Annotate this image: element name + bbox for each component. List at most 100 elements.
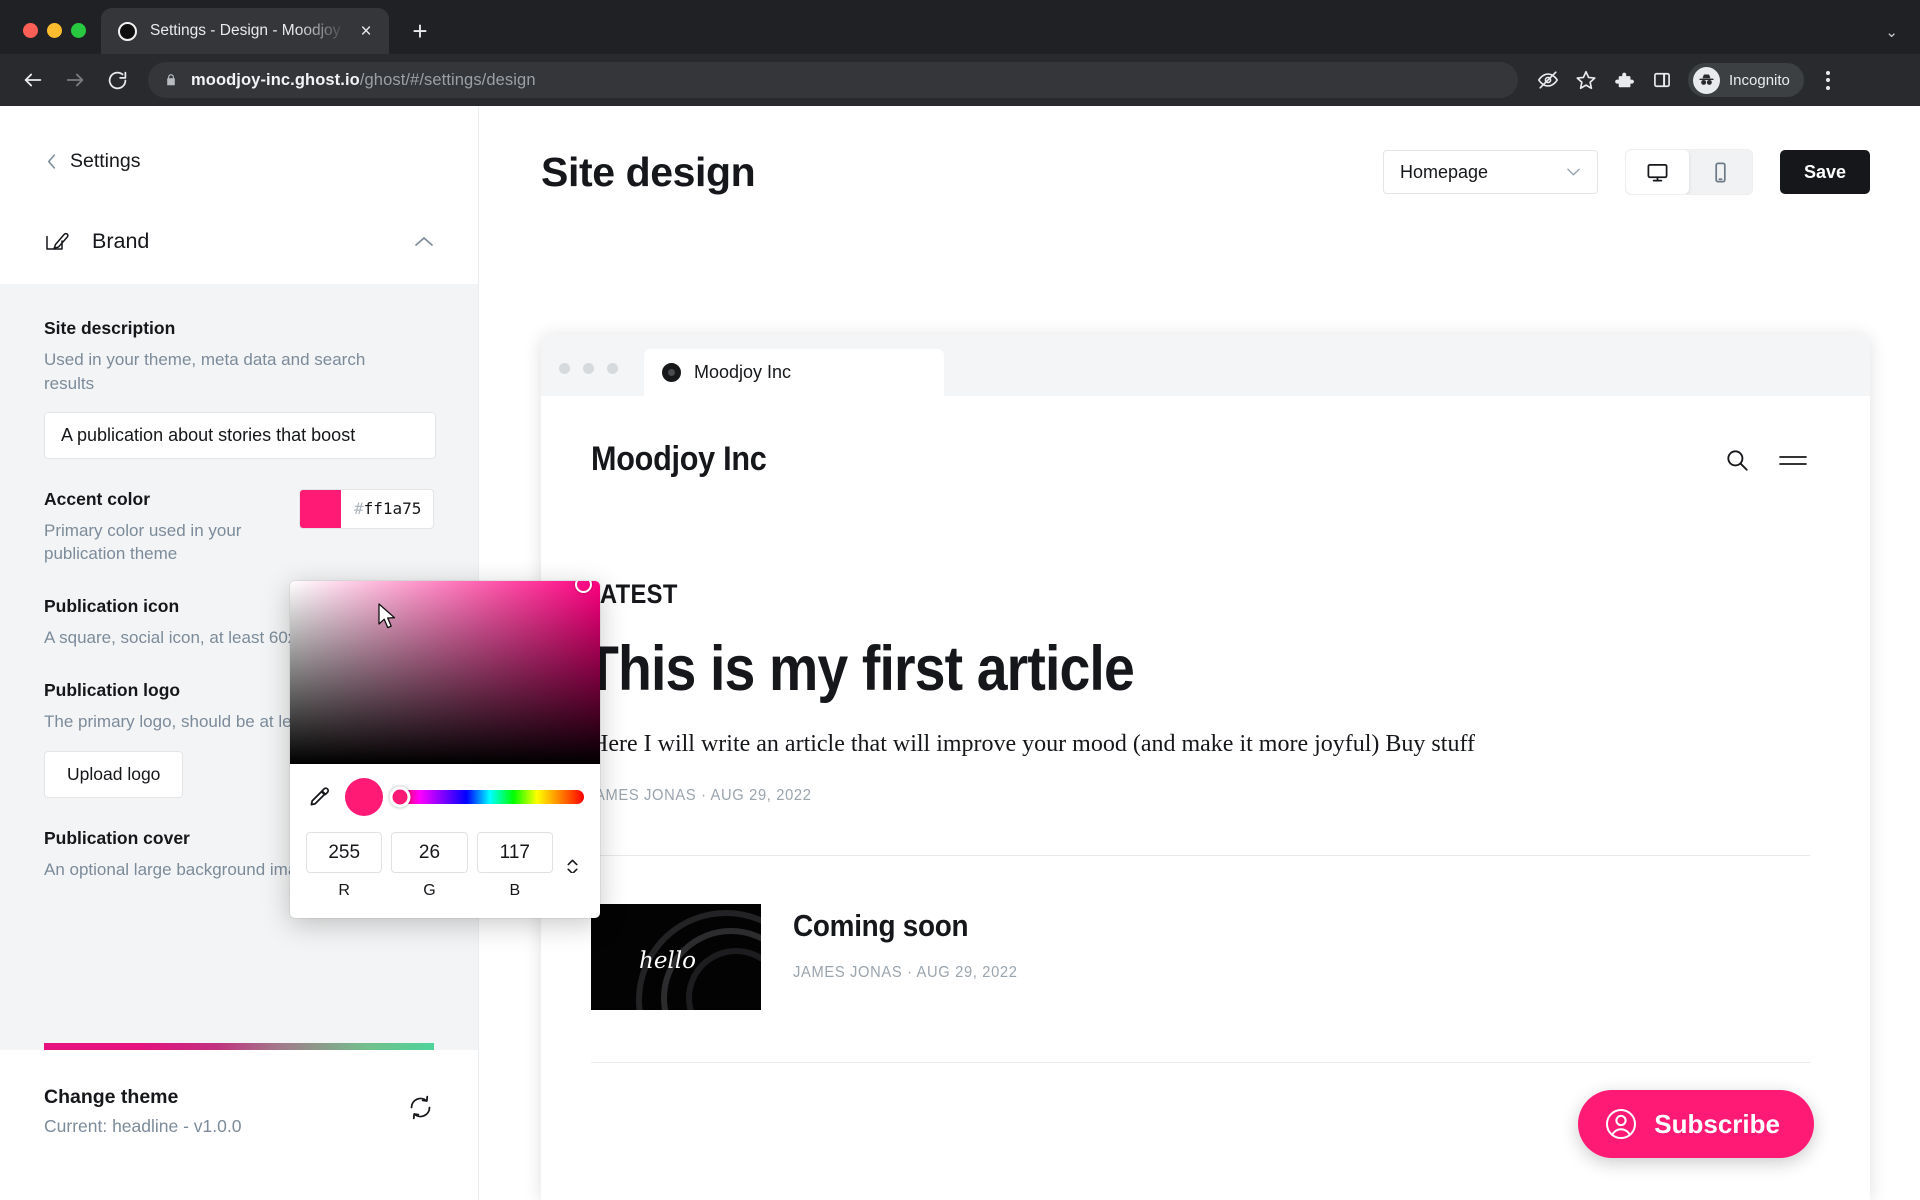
preview-dot-3 — [607, 363, 618, 374]
eye-off-icon[interactable] — [1530, 62, 1566, 98]
page-title: Site design — [541, 148, 756, 195]
incognito-avatar-icon — [1693, 66, 1720, 94]
preview-tab-label: Moodjoy Inc — [694, 362, 792, 382]
red-input[interactable]: 255 — [306, 832, 383, 873]
preview-post-thumbnail: hello — [591, 903, 761, 1010]
preview-post-card[interactable]: hello Coming soon JAMES JONAS · AUG 29, … — [541, 856, 1870, 1010]
saturation-handle[interactable] — [575, 581, 592, 593]
color-mode-toggle-icon[interactable] — [562, 832, 584, 873]
chevron-up-icon[interactable] — [414, 235, 434, 248]
maximize-window-button[interactable] — [71, 23, 86, 38]
brand-section-title: Brand — [92, 228, 150, 253]
picker-controls-row — [290, 764, 600, 816]
hex-hash: # — [354, 499, 364, 519]
thumb-hello-text: hello — [639, 947, 696, 974]
field-site-description: Site description Used in your theme, met… — [44, 318, 436, 459]
accent-color-swatch[interactable] — [300, 489, 341, 528]
card-date: AUG 29, 2022 — [916, 963, 1018, 981]
preview-traffic-lights — [559, 363, 618, 396]
blue-input[interactable]: 117 — [476, 832, 553, 873]
site-description-label: Site description — [44, 318, 176, 338]
preview-post-meta: JAMES JONAS · AUG 29, 2022 — [793, 964, 1018, 982]
url-host: moodjoy-inc.ghost.io — [191, 70, 360, 89]
page-select-value: Homepage — [1399, 161, 1489, 182]
tab-search-chevron-down-icon[interactable]: ⌄ — [1885, 23, 1898, 41]
card-author: JAMES JONAS — [793, 963, 903, 981]
refresh-icon[interactable] — [407, 1094, 434, 1121]
browser-toolbar: moodjoy-inc.ghost.io/ghost/#/settings/de… — [0, 54, 1920, 106]
minimize-window-button[interactable] — [47, 23, 62, 38]
featured-date: AUG 29, 2022 — [710, 786, 812, 804]
change-theme-title: Change theme — [44, 1086, 179, 1108]
subscribe-button[interactable]: Subscribe — [1578, 1090, 1814, 1158]
hue-slider[interactable] — [389, 786, 584, 808]
eyedropper-icon[interactable] — [306, 786, 332, 808]
change-theme-section[interactable]: Change theme Current: headline - v1.0.0 — [0, 1050, 478, 1200]
accent-color-label: Accent color — [44, 488, 150, 509]
main-header: Site design Homepage Save — [479, 106, 1920, 238]
new-tab-button[interactable]: + — [401, 12, 439, 50]
back-to-settings-link[interactable]: Settings — [0, 106, 478, 173]
color-preview-circle — [345, 778, 383, 816]
page-select[interactable]: Homepage — [1382, 150, 1598, 194]
browser-tabstrip: Settings - Design - Moodjoy In × + ⌄ — [0, 0, 1920, 54]
mobile-view-button[interactable] — [1689, 150, 1752, 194]
saturation-value-area[interactable] — [290, 581, 600, 764]
close-window-button[interactable] — [23, 23, 38, 38]
user-circle-icon — [1604, 1107, 1638, 1141]
color-picker-popover[interactable]: 255 R 26 G 117 B — [290, 581, 600, 918]
viewport-toggle-group — [1625, 150, 1752, 194]
accent-color-help: Primary color used in your publication t… — [44, 520, 242, 564]
kebab-menu-icon[interactable] — [1810, 62, 1846, 98]
desktop-view-button[interactable] — [1625, 150, 1689, 194]
brand-section-header[interactable]: Brand — [0, 173, 478, 284]
hamburger-icon[interactable] — [1778, 449, 1808, 471]
preview-site-body: Moodjoy Inc LATEST This is my first arti… — [541, 396, 1870, 1200]
featured-separator: · — [701, 786, 707, 804]
back-arrow-icon[interactable] — [14, 61, 52, 99]
side-panel-icon[interactable] — [1644, 62, 1680, 98]
preview-site-header: Moodjoy Inc — [541, 396, 1870, 479]
green-input[interactable]: 26 — [391, 832, 468, 873]
green-label: G — [423, 882, 436, 899]
card-separator: · — [907, 963, 913, 981]
browser-tab[interactable]: Settings - Design - Moodjoy In × — [101, 8, 389, 54]
upload-logo-button[interactable]: Upload logo — [44, 750, 184, 798]
chevron-down-icon — [1566, 167, 1581, 177]
preview-featured-meta: JAMES JONAS · AUG 29, 2022 — [541, 761, 1764, 805]
tab-title: Settings - Design - Moodjoy In — [150, 22, 353, 39]
red-label: R — [338, 882, 350, 899]
preview-favicon-icon — [662, 363, 681, 382]
preview-browser-chrome: Moodjoy Inc — [541, 334, 1870, 396]
address-bar[interactable]: moodjoy-inc.ghost.io/ghost/#/settings/de… — [148, 62, 1518, 98]
rgb-inputs-row: 255 R 26 G 117 B — [290, 816, 600, 900]
chevron-left-icon — [46, 153, 57, 170]
search-icon[interactable] — [1724, 447, 1750, 473]
hex-value: ff1a75 — [363, 499, 422, 519]
site-description-input[interactable]: A publication about stories that boost — [44, 411, 436, 459]
theme-gradient-bar — [44, 1043, 434, 1050]
puzzle-icon[interactable] — [1606, 62, 1642, 98]
browser-window: Settings - Design - Moodjoy In × + ⌄ moo… — [0, 0, 1920, 1200]
save-button[interactable]: Save — [1779, 150, 1870, 194]
settings-sidebar: Settings Brand Site description Used in … — [0, 106, 600, 1200]
reload-icon[interactable] — [98, 61, 136, 99]
back-to-settings-label: Settings — [70, 150, 141, 172]
preview-tab: Moodjoy Inc — [644, 349, 944, 396]
preview-featured-excerpt: Here I will write an article that will i… — [591, 731, 1475, 758]
incognito-profile-button[interactable]: Incognito — [1688, 63, 1804, 97]
preview-featured-title[interactable]: This is my first article — [541, 610, 1711, 702]
url-path: /ghost/#/settings/design — [359, 70, 536, 89]
incognito-label: Incognito — [1729, 71, 1790, 89]
tab-close-icon[interactable]: × — [353, 18, 379, 44]
preview-header-icons — [1724, 447, 1808, 473]
star-icon[interactable] — [1568, 62, 1604, 98]
main-content: Site design Homepage Save Moodjoy Inc Mo… — [479, 106, 1920, 1200]
app-page: Settings Brand Site description Used in … — [0, 106, 1920, 1200]
accent-color-hex: #ff1a75 — [341, 499, 421, 518]
change-theme-subtitle: Current: headline - v1.0.0 — [44, 1116, 242, 1136]
forward-arrow-icon[interactable] — [56, 61, 94, 99]
accent-color-input[interactable]: #ff1a75 — [299, 488, 434, 529]
tab-favicon-icon — [118, 21, 137, 41]
hue-slider-knob[interactable] — [389, 786, 411, 808]
